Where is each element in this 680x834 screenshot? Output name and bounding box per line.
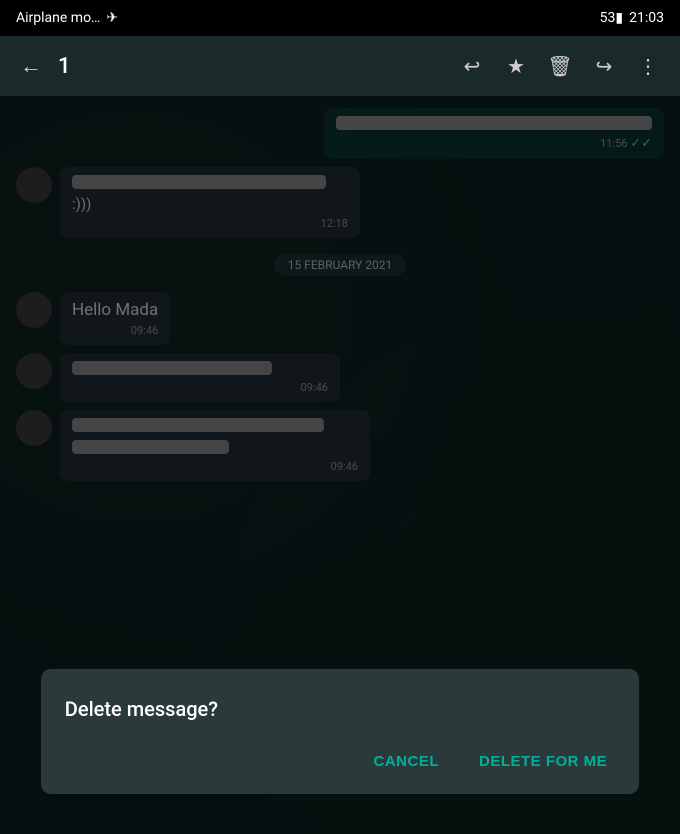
selection-count: 1: [58, 54, 71, 79]
status-left: Airplane mo… ✈: [16, 10, 118, 26]
back-button[interactable]: ←: [12, 45, 50, 87]
reply-icon[interactable]: ↩: [452, 46, 492, 86]
battery-indicator: 53▮: [600, 10, 623, 26]
more-options-icon[interactable]: ⋮: [628, 46, 668, 86]
forward-icon[interactable]: ↪: [584, 46, 624, 86]
delete-dialog: Delete message? CANCEL DELETE FOR ME: [41, 669, 639, 794]
toolbar: ← 1 ↩ ★ 🗑 ↪ ⋮: [0, 36, 680, 96]
dialog-overlay: Delete message? CANCEL DELETE FOR ME: [0, 96, 680, 834]
star-icon[interactable]: ★: [496, 46, 536, 86]
dialog-title: Delete message?: [65, 697, 615, 721]
status-right: 53▮ 21:03: [600, 10, 664, 26]
delete-icon[interactable]: 🗑: [540, 46, 580, 86]
delete-for-me-button[interactable]: DELETE FOR ME: [471, 749, 615, 774]
chat-area: 11:56 ✓✓ :))) 12:18 15 FEBRUARY 2021 Hel…: [0, 96, 680, 834]
airplane-icon: ✈: [106, 10, 118, 26]
status-bar: Airplane mo… ✈ 53▮ 21:03: [0, 0, 680, 36]
airplane-mode-label: Airplane mo…: [16, 10, 100, 26]
cancel-button[interactable]: CANCEL: [366, 749, 448, 774]
time-display: 21:03: [629, 10, 664, 26]
toolbar-actions: ↩ ★ 🗑 ↪ ⋮: [452, 46, 668, 86]
dialog-actions: CANCEL DELETE FOR ME: [65, 749, 615, 774]
